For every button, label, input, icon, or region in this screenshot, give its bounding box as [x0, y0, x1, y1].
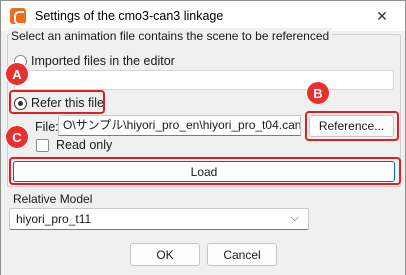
settings-dialog: Settings of the cmo3-can3 linkage ✕ Sele…: [0, 0, 406, 275]
annotation-badge-a: A: [6, 63, 28, 85]
relative-model-select[interactable]: hiyori_pro_t11 ⌵: [9, 208, 309, 230]
group-legend: Select an animation file contains the sc…: [8, 28, 333, 44]
refer-file-radio[interactable]: [14, 97, 27, 110]
imported-files-label[interactable]: Imported files in the editor: [31, 54, 175, 68]
window-title: Settings of the cmo3-can3 linkage: [35, 9, 224, 23]
chevron-down-icon: ⌵: [290, 212, 299, 224]
reference-button[interactable]: Reference...: [309, 115, 394, 137]
relative-model-legend: Relative Model: [13, 192, 93, 206]
title-bar: Settings of the cmo3-can3 linkage ✕: [1, 1, 405, 31]
read-only-checkbox[interactable]: [36, 139, 49, 152]
file-path-input[interactable]: O\サンプル\hiyori_pro_en\hiyori_pro_t04.can3: [58, 115, 301, 136]
imported-files-list[interactable]: [14, 70, 394, 90]
annotation-badge-b: B: [307, 82, 329, 104]
close-button[interactable]: ✕: [359, 1, 405, 31]
read-only-label[interactable]: Read only: [56, 138, 112, 152]
cubism-app-icon: [10, 8, 26, 25]
load-button[interactable]: Load: [13, 161, 395, 182]
dialog-footer: OK Cancel: [1, 235, 405, 275]
file-label: File:: [35, 120, 59, 134]
annotation-badge-c: C: [6, 126, 28, 148]
relative-model-value: hiyori_pro_t11: [16, 212, 92, 226]
cancel-button[interactable]: Cancel: [207, 243, 277, 266]
refer-file-label[interactable]: Refer this file: [31, 96, 104, 110]
ok-button[interactable]: OK: [130, 243, 200, 266]
